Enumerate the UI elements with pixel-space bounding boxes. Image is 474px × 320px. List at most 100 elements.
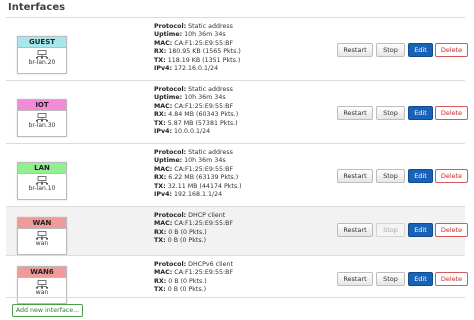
device-name: br-lan.20 (28, 59, 56, 66)
interface-row: IOT br-lan.30 Protocol: Static address Upti… (6, 80, 468, 144)
detail-value: 6.22 MB (63139 Pkts.) (168, 174, 239, 182)
detail-label: IPv4: (154, 65, 172, 73)
stop-button[interactable]: Stop (376, 272, 405, 286)
detail-label: Protocol: (154, 212, 187, 219)
detail-tx: TX: 5.87 MB (57381 Pkts.) (154, 120, 238, 128)
device-name: br-lan.10 (28, 185, 56, 192)
detail-label: MAC: (154, 165, 173, 173)
interface-details: Protocol: Static address Uptime: 10h 36m … (154, 86, 238, 136)
detail-value: CA:F1:25:E9:55:BF (174, 39, 234, 47)
restart-button[interactable]: Restart (337, 106, 373, 120)
detail-label: Protocol: (154, 86, 187, 93)
detail-label: MAC: (154, 269, 173, 277)
add-interface-button[interactable]: Add new interface... (12, 304, 83, 317)
detail-label: RX: (154, 48, 167, 56)
restart-button[interactable]: Restart (337, 43, 373, 57)
interface-name: WAN (18, 218, 66, 229)
detail-rx: RX: 180.95 KB (1565 Pkts.) (154, 48, 241, 56)
detail-mac: MAC: CA:F1:25:E9:55:BF (154, 40, 241, 48)
detail-value: DHCPv6 client (188, 261, 233, 268)
detail-uptime: Uptime: 10h 36m 34s (154, 157, 242, 165)
detail-label: TX: (154, 237, 166, 245)
detail-label: TX: (154, 286, 166, 294)
detail-value: CA:F1:25:E9:55:BF (174, 220, 234, 228)
detail-label: RX: (154, 111, 167, 119)
interface-details: Protocol: DHCPv6 client MAC: CA:F1:25:E9:… (154, 261, 233, 295)
detail-label: Protocol: (154, 23, 187, 30)
interface-details: Protocol: DHCP client MAC: CA:F1:25:E9:55… (154, 212, 233, 246)
interface-row: WAN wan Protocol: DHCP client MAC: CA:F1:25… (6, 206, 468, 256)
network-device-icon (36, 50, 48, 59)
detail-rx: RX: 0 B (0 Pkts.) (154, 278, 233, 286)
detail-label: MAC: (154, 220, 173, 228)
restart-button[interactable]: Restart (337, 272, 373, 286)
detail-rx: RX: 0 B (0 Pkts.) (154, 229, 233, 237)
delete-button[interactable]: Delete (435, 106, 468, 120)
detail-protocol: Protocol: Static address (154, 86, 238, 94)
device-name: wan (35, 289, 49, 296)
interface-row: LAN br-lan.10 Protocol: Static address Upti… (6, 143, 468, 207)
edit-button[interactable]: Edit (408, 272, 433, 286)
interface-name: IOT (18, 100, 66, 111)
interface-details: Protocol: Static address Uptime: 10h 36m … (154, 23, 241, 73)
interface-name: GUEST (18, 37, 66, 48)
edit-button[interactable]: Edit (408, 223, 433, 237)
edit-button[interactable]: Edit (408, 43, 433, 57)
detail-value: 192.168.1.1/24 (173, 191, 223, 199)
detail-label: Uptime: (154, 157, 183, 165)
detail-value: 0 B (0 Pkts.) (168, 277, 207, 285)
detail-uptime: Uptime: 10h 36m 34s (154, 94, 238, 102)
detail-value: 118.19 KB (1351 Pkts.) (167, 56, 241, 64)
stop-button[interactable]: Stop (376, 223, 405, 237)
detail-label: TX: (154, 182, 166, 190)
delete-button[interactable]: Delete (435, 169, 468, 183)
detail-value: 0 B (0 Pkts.) (167, 237, 207, 245)
detail-label: TX: (154, 119, 166, 127)
stop-button[interactable]: Stop (376, 169, 405, 183)
detail-value: Static address (188, 23, 233, 30)
detail-tx: TX: 0 B (0 Pkts.) (154, 237, 233, 245)
detail-value: Static address (188, 86, 233, 93)
detail-rx: RX: 6.22 MB (63139 Pkts.) (154, 174, 242, 182)
detail-label: IPv4: (154, 128, 172, 136)
detail-label: MAC: (154, 102, 173, 110)
detail-value: Static address (188, 149, 233, 156)
interface-name: WAN6 (18, 267, 66, 278)
detail-tx: TX: 0 B (0 Pkts.) (154, 286, 233, 294)
stop-button[interactable]: Stop (376, 106, 405, 120)
detail-value: 10h 36m 34s (184, 157, 226, 165)
detail-label: RX: (154, 228, 167, 236)
delete-button[interactable]: Delete (435, 272, 468, 286)
edit-button[interactable]: Edit (408, 169, 433, 183)
device-name: wan (35, 240, 49, 247)
detail-value: DHCP client (188, 212, 226, 219)
interface-badge: IOT br-lan.30 (17, 99, 67, 137)
interface-badge: WAN wan (17, 217, 67, 255)
detail-value: 32.11 MB (44174 Pkts.) (167, 182, 242, 190)
detail-ipv4: IPv4: 172.16.0.1/24 (154, 65, 241, 73)
detail-value: 5.87 MB (57381 Pkts.) (167, 119, 238, 127)
network-device-icon (36, 280, 48, 289)
network-device-icon (36, 176, 48, 185)
detail-mac: MAC: CA:F1:25:E9:55:BF (154, 103, 238, 111)
detail-label: IPv4: (154, 191, 172, 199)
restart-button[interactable]: Restart (337, 223, 373, 237)
detail-mac: MAC: CA:F1:25:E9:55:BF (154, 166, 242, 174)
detail-label: Protocol: (154, 261, 187, 268)
detail-tx: TX: 32.11 MB (44174 Pkts.) (154, 183, 242, 191)
edit-button[interactable]: Edit (408, 106, 433, 120)
detail-label: Uptime: (154, 94, 183, 102)
detail-value: 180.95 KB (1565 Pkts.) (168, 48, 241, 56)
detail-protocol: Protocol: Static address (154, 23, 241, 31)
stop-button[interactable]: Stop (376, 43, 405, 57)
detail-uptime: Uptime: 10h 36m 34s (154, 31, 241, 39)
detail-value: 10h 36m 34s (184, 31, 226, 39)
detail-value: CA:F1:25:E9:55:BF (174, 269, 234, 277)
restart-button[interactable]: Restart (337, 169, 373, 183)
delete-button[interactable]: Delete (435, 223, 468, 237)
delete-button[interactable]: Delete (435, 43, 468, 57)
page-title: Interfaces (8, 2, 66, 13)
detail-value: 0 B (0 Pkts.) (168, 228, 207, 236)
detail-protocol: Protocol: DHCP client (154, 212, 233, 220)
detail-value: 4.84 MB (60343 Pkts.) (168, 111, 239, 119)
